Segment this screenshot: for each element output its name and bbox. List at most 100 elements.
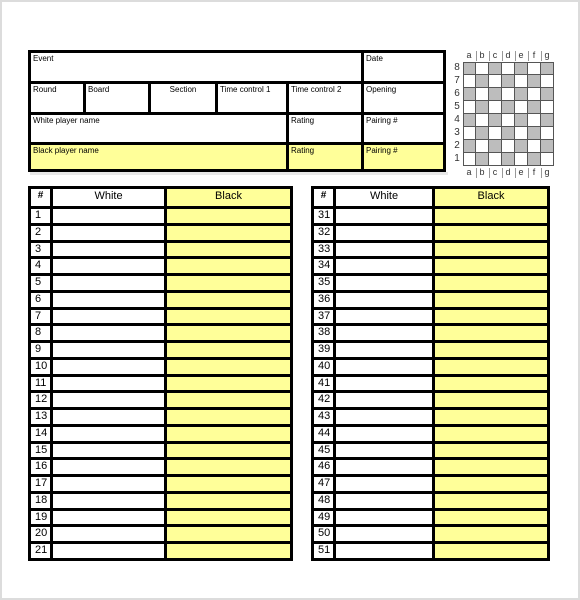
white-move-cell[interactable]: [50, 222, 164, 240]
white-move-cell[interactable]: [50, 507, 164, 525]
move-row: 21: [31, 541, 290, 558]
white-move-cell[interactable]: [333, 289, 432, 307]
black-move-cell[interactable]: [432, 239, 547, 257]
black-move-cell[interactable]: [164, 373, 290, 391]
white-move-cell[interactable]: [333, 490, 432, 508]
white-move-cell[interactable]: [50, 490, 164, 508]
white-move-cell[interactable]: [333, 306, 432, 324]
black-move-cell[interactable]: [432, 440, 547, 458]
black-move-cell[interactable]: [164, 289, 290, 307]
white-move-cell[interactable]: [50, 457, 164, 475]
black-move-cell[interactable]: [432, 390, 547, 408]
white-move-cell[interactable]: [333, 373, 432, 391]
white-move-cell[interactable]: [50, 206, 164, 223]
white-move-cell[interactable]: [50, 474, 164, 491]
black-move-cell[interactable]: [432, 524, 547, 542]
white-move-cell[interactable]: [50, 306, 164, 324]
black-move-cell[interactable]: [432, 340, 547, 357]
black-move-cell[interactable]: [432, 206, 547, 223]
white-move-cell[interactable]: [333, 423, 432, 441]
black-move-cell[interactable]: [432, 423, 547, 441]
black-move-cell[interactable]: [164, 323, 290, 341]
square-b5: [476, 101, 489, 114]
white-move-cell[interactable]: [333, 407, 432, 424]
black-move-cell[interactable]: [432, 474, 547, 491]
time-control-1-field[interactable]: Time control 1: [215, 81, 286, 112]
white-move-cell[interactable]: [50, 373, 164, 391]
white-move-cell[interactable]: [50, 423, 164, 441]
black-move-cell[interactable]: [164, 541, 290, 558]
black-move-cell[interactable]: [164, 273, 290, 290]
white-player-field[interactable]: White player name: [31, 112, 286, 142]
black-move-cell[interactable]: [164, 490, 290, 508]
event-field[interactable]: Event: [31, 53, 361, 81]
white-move-cell[interactable]: [50, 440, 164, 458]
black-move-cell[interactable]: [164, 390, 290, 408]
black-move-cell[interactable]: [432, 407, 547, 424]
black-move-cell[interactable]: [164, 206, 290, 223]
white-move-cell[interactable]: [333, 340, 432, 357]
black-move-cell[interactable]: [432, 373, 547, 391]
white-move-cell[interactable]: [333, 457, 432, 475]
white-move-cell[interactable]: [333, 524, 432, 542]
white-move-cell[interactable]: [50, 239, 164, 257]
black-move-cell[interactable]: [164, 256, 290, 274]
black-move-cell[interactable]: [164, 239, 290, 257]
black-rating-field[interactable]: Rating: [286, 142, 361, 169]
white-move-cell[interactable]: [333, 323, 432, 341]
black-move-cell[interactable]: [432, 457, 547, 475]
white-move-cell[interactable]: [333, 222, 432, 240]
board-field[interactable]: Board: [83, 81, 148, 112]
black-move-cell[interactable]: [164, 507, 290, 525]
black-pairing-field[interactable]: Pairing #: [361, 142, 443, 169]
white-rating-field[interactable]: Rating: [286, 112, 361, 142]
black-move-cell[interactable]: [164, 356, 290, 374]
black-move-cell[interactable]: [432, 273, 547, 290]
white-move-cell[interactable]: [333, 440, 432, 458]
white-move-cell[interactable]: [333, 256, 432, 274]
black-move-cell[interactable]: [164, 457, 290, 475]
black-move-cell[interactable]: [432, 356, 547, 374]
white-move-cell[interactable]: [50, 390, 164, 408]
black-move-cell[interactable]: [432, 541, 547, 558]
white-move-cell[interactable]: [50, 289, 164, 307]
black-move-cell[interactable]: [432, 306, 547, 324]
black-move-cell[interactable]: [164, 474, 290, 491]
black-move-cell[interactable]: [432, 222, 547, 240]
white-move-cell[interactable]: [333, 541, 432, 558]
white-move-cell[interactable]: [333, 390, 432, 408]
white-move-cell[interactable]: [50, 356, 164, 374]
white-move-cell[interactable]: [333, 273, 432, 290]
white-move-cell[interactable]: [50, 340, 164, 357]
black-move-cell[interactable]: [432, 507, 547, 525]
black-move-cell[interactable]: [164, 423, 290, 441]
black-move-cell[interactable]: [164, 340, 290, 357]
black-move-cell[interactable]: [432, 289, 547, 307]
black-player-field[interactable]: Black player name: [31, 142, 286, 169]
black-move-cell[interactable]: [164, 306, 290, 324]
black-move-cell[interactable]: [164, 222, 290, 240]
white-move-cell[interactable]: [333, 474, 432, 491]
opening-field[interactable]: Opening: [361, 81, 443, 112]
white-move-cell[interactable]: [50, 323, 164, 341]
white-move-cell[interactable]: [333, 239, 432, 257]
round-field[interactable]: Round: [31, 81, 83, 112]
white-move-cell[interactable]: [333, 206, 432, 223]
time-control-2-field[interactable]: Time control 2: [286, 81, 361, 112]
black-move-cell[interactable]: [164, 524, 290, 542]
white-move-cell[interactable]: [50, 524, 164, 542]
black-move-cell[interactable]: [432, 256, 547, 274]
white-move-cell[interactable]: [333, 356, 432, 374]
black-move-cell[interactable]: [432, 323, 547, 341]
black-move-cell[interactable]: [432, 490, 547, 508]
white-move-cell[interactable]: [50, 256, 164, 274]
white-pairing-field[interactable]: Pairing #: [361, 112, 443, 142]
section-field[interactable]: Section: [148, 81, 215, 112]
white-move-cell[interactable]: [50, 407, 164, 424]
white-move-cell[interactable]: [50, 273, 164, 290]
white-move-cell[interactable]: [333, 507, 432, 525]
black-move-cell[interactable]: [164, 407, 290, 424]
white-move-cell[interactable]: [50, 541, 164, 558]
black-move-cell[interactable]: [164, 440, 290, 458]
date-field[interactable]: Date: [361, 53, 443, 81]
